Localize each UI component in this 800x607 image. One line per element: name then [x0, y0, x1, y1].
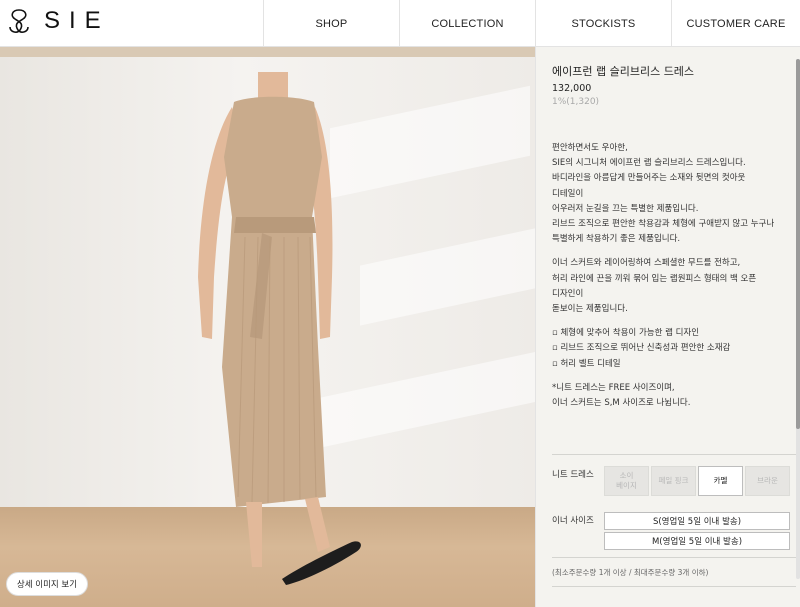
logo-monogram-icon	[9, 9, 29, 33]
product-price: 132,000	[552, 83, 592, 94]
description-line: ▫ 리브드 조직으로 뛰어난 신축성과 편안한 소재감	[552, 343, 731, 354]
product-image: 상세 이미지 보기	[0, 47, 535, 607]
color-soy-beige[interactable]: 소이 베이지	[604, 466, 649, 496]
nav-shop[interactable]: SHOP	[263, 0, 399, 47]
nav-stockists[interactable]: STOCKISTS	[535, 0, 671, 47]
detail-image-button[interactable]: 상세 이미지 보기	[6, 572, 88, 596]
nav-customer-care[interactable]: CUSTOMER CARE	[671, 0, 800, 47]
product-panel: 에이프런 랩 슬리브리스 드레스 132,000 1%(1,320) 편안하면서…	[535, 47, 800, 607]
product-points: 1%(1,320)	[552, 97, 600, 107]
order-quantity-note: (최소주문수량 1개 이상 / 최대주문수량 3개 이하)	[552, 568, 709, 577]
knit-dress-label: 니트 드레스	[552, 470, 594, 480]
description-line: 리브드 조직으로 편안한 착용감과 체형에 구애받지 않고 누구나	[552, 219, 775, 230]
description-line: 바디라인을 아름답게 만들어주는 소재와 뒷면의 컷아웃	[552, 173, 746, 184]
inner-size-label: 이너 사이즈	[552, 516, 594, 526]
description-line: 편안하면서도 우아한,	[552, 143, 628, 153]
scrollbar-thumb[interactable]	[796, 59, 800, 429]
product-title: 에이프런 랩 슬리브리스 드레스	[552, 65, 695, 78]
description-line: ▫ 허리 벨트 디테일	[552, 358, 621, 369]
description-line: 허리 라인에 끈을 끼워 묶어 입는 랩원피스 형태의 백 오픈	[552, 273, 757, 284]
description-line: ▫ 체형에 맞추어 착용이 가능한 랩 디자인	[552, 328, 700, 339]
panel-scrollbar[interactable]	[796, 59, 800, 579]
description-line: 특별하게 착용하기 좋은 제품입니다.	[552, 234, 681, 245]
description-line: 돋보이는 제품입니다.	[552, 304, 628, 315]
description-line: 이너 스커트와 레이어링하여 스페셜한 무드를 전하고,	[552, 258, 741, 269]
color-camel[interactable]: 카멜	[698, 466, 743, 496]
description-line: 이너 스커트는 S,M 사이즈로 나뉩니다.	[552, 398, 691, 409]
order-divider	[552, 557, 796, 558]
description-line: 어우러저 눈길을 끄는 특별한 제품입니다.	[552, 203, 699, 214]
main-nav: SHOP COLLECTION STOCKISTS CUSTOMER CARE	[263, 0, 800, 47]
description-line: 디자인이	[552, 288, 584, 299]
size-option-s[interactable]: S(영업일 5일 이내 발송)	[604, 512, 790, 530]
nav-collection[interactable]: COLLECTION	[399, 0, 535, 47]
options-divider	[552, 454, 796, 455]
logo[interactable]: SIE	[4, 6, 110, 36]
description-line: 디테일이	[552, 188, 584, 199]
site-header: SIE SHOP COLLECTION STOCKISTS CUSTOMER C…	[0, 0, 800, 47]
color-brown[interactable]: 브라운	[745, 466, 790, 496]
description-line: SIE의 시그니처 에이프런 랩 슬리브리스 드레스입니다.	[552, 158, 746, 169]
size-option-m[interactable]: M(영업일 5일 이내 발송)	[604, 532, 790, 550]
bottom-divider	[552, 586, 796, 587]
color-pale-pink[interactable]: 페일 핑크	[651, 466, 696, 496]
description-line: *니트 드레스는 FREE 사이즈이며,	[552, 382, 675, 393]
model-figure	[198, 72, 361, 585]
product-description: 편안하면서도 우아한, SIE의 시그니처 에이프런 랩 슬리브리스 드레스입니…	[552, 141, 796, 411]
brand-name: SIE	[44, 7, 110, 34]
